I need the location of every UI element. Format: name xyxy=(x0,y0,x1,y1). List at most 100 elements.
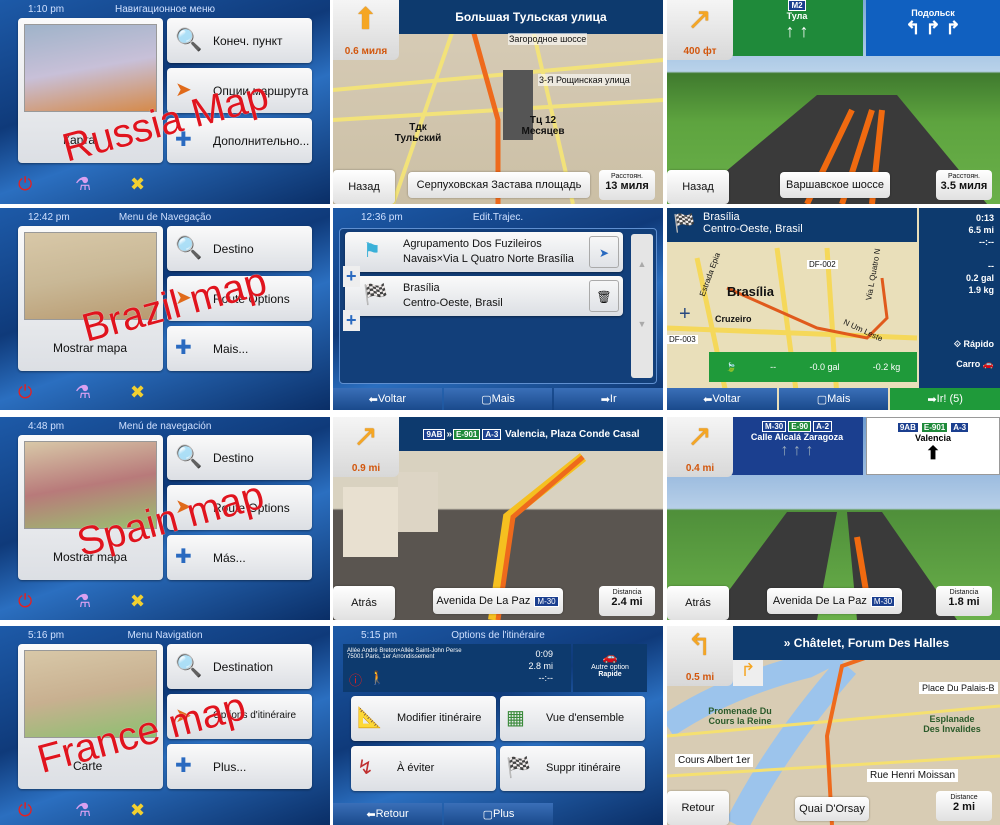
button-label: Vue d'ensemble xyxy=(546,712,625,724)
more-button[interactable]: ✚ Дополнительно... xyxy=(167,118,312,163)
distance-box[interactable]: Расстоян. 3.5 миля xyxy=(936,170,992,200)
more-button[interactable]: ▢ Mais xyxy=(778,388,889,410)
tools-icon[interactable]: ✖ xyxy=(130,174,145,195)
navigate-icon[interactable]: ➤ xyxy=(589,236,619,268)
tools-icon[interactable]: ✖ xyxy=(130,382,145,403)
eco-co2: -0.2 kg xyxy=(872,362,901,372)
distance-value: 3.5 миля xyxy=(940,180,988,192)
more-button[interactable]: ✚ Más... xyxy=(167,535,312,580)
tools-icon[interactable]: ✖ xyxy=(130,591,145,612)
flask-icon[interactable]: ⚗ xyxy=(75,174,91,195)
route-time: 0:13 xyxy=(975,213,994,223)
flask-icon[interactable]: ⚗ xyxy=(75,382,91,403)
waypoint-item[interactable]: ⚑ Agrupamento Dos Fuzileiros Navais×Via L … xyxy=(345,232,623,272)
russia-nav-panel: Большая Тульская улица ⬆ 0.6 миля Загород… xyxy=(333,0,663,204)
delete-route-button[interactable]: 🏁 Suppr itinéraire xyxy=(500,746,645,791)
back-button[interactable]: ⬅ Voltar xyxy=(333,388,442,410)
bottom-bar: ⬅ Voltar ▢ Mais ➡ Ir! (5) xyxy=(667,388,1000,410)
more-label: Mais xyxy=(491,393,515,405)
car-icon: 🚗 xyxy=(602,650,618,664)
distance-box[interactable]: Distancia 1.8 mi xyxy=(936,586,992,616)
distance-label: Расстоян. xyxy=(948,173,980,180)
flask-icon[interactable]: ⚗ xyxy=(75,591,91,612)
alt-value: Rapide xyxy=(598,671,622,678)
vehicle-type[interactable]: Carro 🚗 xyxy=(925,358,994,370)
route-options-button[interactable]: ➤ Route Options xyxy=(167,276,312,321)
avoid-button[interactable]: ↯ À éviter xyxy=(351,746,496,791)
more-button[interactable]: ▢ Mais xyxy=(443,388,553,410)
waypoint-item[interactable]: 🏁 Brasília Centro-Oeste, Brasil 🗑 xyxy=(345,276,623,316)
go-button[interactable]: ➡ Ir xyxy=(554,388,663,410)
overview-button[interactable]: ▦ Vue d'ensemble xyxy=(500,696,645,741)
modify-route-button[interactable]: 📐 Modifier itinéraire xyxy=(351,696,496,741)
route-eta: --:-- xyxy=(538,673,554,683)
spain-menu-panel: 4:48 pm Menú de navegación Mostrar mapa 🔍… xyxy=(0,417,330,620)
destination-region: Centro-Oeste, Brasil xyxy=(703,223,803,235)
map-button[interactable]: Карта xyxy=(18,18,163,163)
map-button[interactable]: Carte xyxy=(18,644,163,789)
back-button[interactable]: Atrás xyxy=(333,586,395,620)
route-type[interactable]: ⟐ Rápido xyxy=(925,338,994,350)
map-label: Rue Henri Moissan xyxy=(867,769,959,782)
back-button[interactable]: Atrás xyxy=(667,586,729,620)
more-button[interactable]: ✚ Mais... xyxy=(167,326,312,371)
distance-box[interactable]: Расстоян. 13 миля xyxy=(599,170,655,200)
power-icon[interactable]: ⏻ xyxy=(18,591,32,612)
arrow-bear-right-icon: ↗ xyxy=(687,420,713,453)
map-label: DF-003 xyxy=(667,335,698,344)
route-type-icon: ⟐ xyxy=(953,339,964,349)
destination-name: Brasília xyxy=(703,211,740,223)
road-shield: M-30 xyxy=(761,421,787,432)
power-icon[interactable]: ⏻ xyxy=(18,174,32,195)
back-button[interactable]: ⬅ Voltar xyxy=(667,388,777,410)
route-options-button[interactable]: ➤ Route Options xyxy=(167,485,312,530)
destination-button[interactable]: 🔍 Destino xyxy=(167,435,312,480)
map-button[interactable]: Mostrar mapa xyxy=(18,226,163,371)
highway-sign-right: 9AB E-901 A-3 Valencia ⬆ xyxy=(866,417,1000,475)
turn-indicator: ↰ 0.5 mi xyxy=(667,626,733,686)
destination-button[interactable]: 🔍 Конеч. пункт xyxy=(167,18,312,63)
power-icon[interactable]: ⏻ xyxy=(18,382,32,403)
warning-icon: ⓘ xyxy=(349,673,363,688)
add-waypoint-icon[interactable]: + xyxy=(343,310,360,331)
highway-sign-left: M-30 E-90 A-2 Calle Alcalá Zaragoza ↑ ↑ ↑ xyxy=(731,417,863,475)
route-options-button[interactable]: ➤ Options d'itinéraire xyxy=(167,694,312,739)
alternative-option-button[interactable]: 🚗 Autre option Rapide xyxy=(573,644,647,692)
destination-button[interactable]: 🔍 Destino xyxy=(167,226,312,271)
more-button[interactable]: ▢ Plus xyxy=(444,803,553,825)
leaf-icon: 🍃 xyxy=(725,361,737,372)
arrow-bear-right-icon: ↗ xyxy=(687,3,713,36)
back-button[interactable]: Назад xyxy=(667,170,729,204)
next-street-banner: » Châtelet, Forum Des Halles xyxy=(733,626,1000,660)
alt-label: Autre option xyxy=(591,664,629,671)
add-waypoint-icon[interactable]: + xyxy=(343,266,360,287)
button-label: Дополнительно... xyxy=(213,134,310,148)
back-button[interactable]: ⬅ Retour xyxy=(333,803,442,825)
route-address: Allée André Breton×Allée Saint-John Pers… xyxy=(347,648,462,660)
distance-box[interactable]: Distance 2 mi xyxy=(936,791,992,821)
tools-icon[interactable]: ✖ xyxy=(130,800,145,821)
zoom-in-icon[interactable]: + xyxy=(679,303,691,326)
destination-button[interactable]: 🔍 Destination xyxy=(167,644,312,689)
waypoint-line1: Agrupamento Dos Fuzileiros xyxy=(403,238,542,250)
go-button[interactable]: ➡ Ir! (5) xyxy=(890,388,1000,410)
map-button[interactable]: Mostrar mapa xyxy=(18,435,163,580)
current-street-name: Avenida De La Paz xyxy=(436,595,531,607)
trash-icon[interactable]: 🗑 xyxy=(589,280,619,312)
checkered-flag-icon: 🏁 xyxy=(363,284,388,306)
flask-icon[interactable]: ⚗ xyxy=(75,800,91,821)
route-options-button[interactable]: ➤ Опции маршрута xyxy=(167,68,312,113)
more-button[interactable]: ✚ Plus... xyxy=(167,744,312,789)
distance-box[interactable]: Distancia 2.4 mi xyxy=(599,586,655,616)
back-button[interactable]: Назад xyxy=(333,170,395,204)
back-button[interactable]: Retour xyxy=(667,791,729,825)
button-label: Options d'itinéraire xyxy=(213,710,297,721)
map-button-label: Carte xyxy=(73,759,103,773)
power-icon[interactable]: ⏻ xyxy=(18,800,32,821)
current-street: Quai D'Orsay xyxy=(795,797,869,821)
eco-fuel-cost: -- xyxy=(770,362,777,372)
distance-value: 2 mi xyxy=(952,801,975,813)
bottom-bar: ⬅ Retour ▢ Plus xyxy=(333,803,553,825)
scrollbar[interactable]: ▲ ▼ xyxy=(631,234,653,378)
turn-indicator: ↗ 0.9 mi xyxy=(333,417,399,477)
